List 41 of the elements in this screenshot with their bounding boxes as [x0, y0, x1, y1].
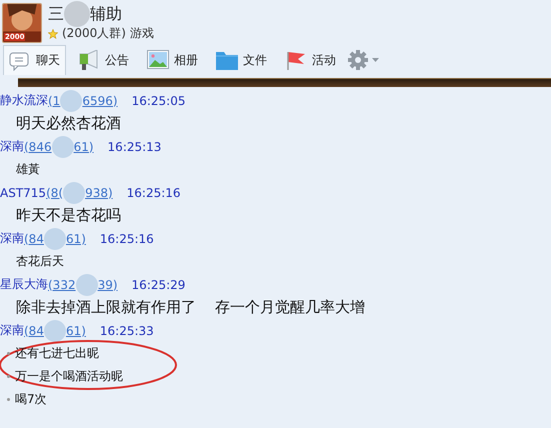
sender-id-link[interactable]: 61) — [74, 140, 94, 154]
toolbar-tab[interactable]: 活动 — [279, 45, 342, 75]
message-text: 除非去掉酒上限就有作用了 存一个月觉醒几率大增 — [16, 297, 366, 318]
sender-id-link[interactable]: (84 — [24, 324, 44, 338]
toolbar-tab[interactable]: 相册 — [141, 45, 204, 75]
sender-id-link[interactable]: (84 — [24, 232, 44, 246]
sender-name: 深南 — [0, 230, 24, 247]
sender-id-link[interactable]: (846 — [24, 140, 52, 154]
message-time: 16:25:16 — [126, 186, 181, 200]
sender-id-link[interactable]: 61) — [66, 324, 86, 338]
sender-id-link[interactable]: 6596) — [82, 94, 118, 108]
sender-id-link[interactable]: 39) — [98, 278, 118, 292]
member-count: (2000人群) — [62, 25, 126, 42]
message-text: 万一是个喝酒活动昵 — [15, 368, 123, 385]
message-text: 雄黃 — [16, 161, 40, 178]
sender-id-link[interactable]: (332 — [48, 278, 76, 292]
sender-id-link[interactable]: (8( — [46, 186, 64, 200]
group-title: 三 — [48, 4, 64, 24]
sender-id-link[interactable]: 938) — [85, 186, 113, 200]
message-time: 16:25:33 — [100, 324, 154, 338]
sender-name: 静水流深 — [0, 92, 48, 109]
sender-name: AST715 — [0, 186, 46, 200]
message-text: 昨天不是杏花吗 — [16, 205, 121, 226]
sender-id-link[interactable]: 61) — [66, 232, 86, 246]
group-category: 游戏 — [130, 25, 154, 42]
message-text: 还有七进七出昵 — [15, 345, 99, 362]
sender-id-link[interactable]: (1 — [48, 94, 60, 108]
message-text: 杏花后天 — [16, 253, 64, 270]
message-time: 16:25:05 — [132, 94, 186, 108]
message-text: 喝7次 — [15, 391, 47, 408]
toolbar-tab[interactable]: 文件 — [210, 45, 273, 75]
message-time: 16:25:29 — [132, 278, 186, 292]
message-text: 明天必然杏花酒 — [16, 113, 121, 134]
sender-name: 深南 — [0, 138, 24, 155]
toolbar-tab[interactable]: 公告 — [72, 45, 135, 75]
toolbar-tab[interactable]: 聊天 — [3, 45, 66, 75]
message-time: 16:25:16 — [100, 232, 154, 246]
message-time: 16:25:13 — [108, 140, 162, 154]
group-title: 辅助 — [90, 4, 122, 24]
sender-name: 深南 — [0, 322, 24, 339]
sender-name: 星辰大海 — [0, 276, 48, 293]
